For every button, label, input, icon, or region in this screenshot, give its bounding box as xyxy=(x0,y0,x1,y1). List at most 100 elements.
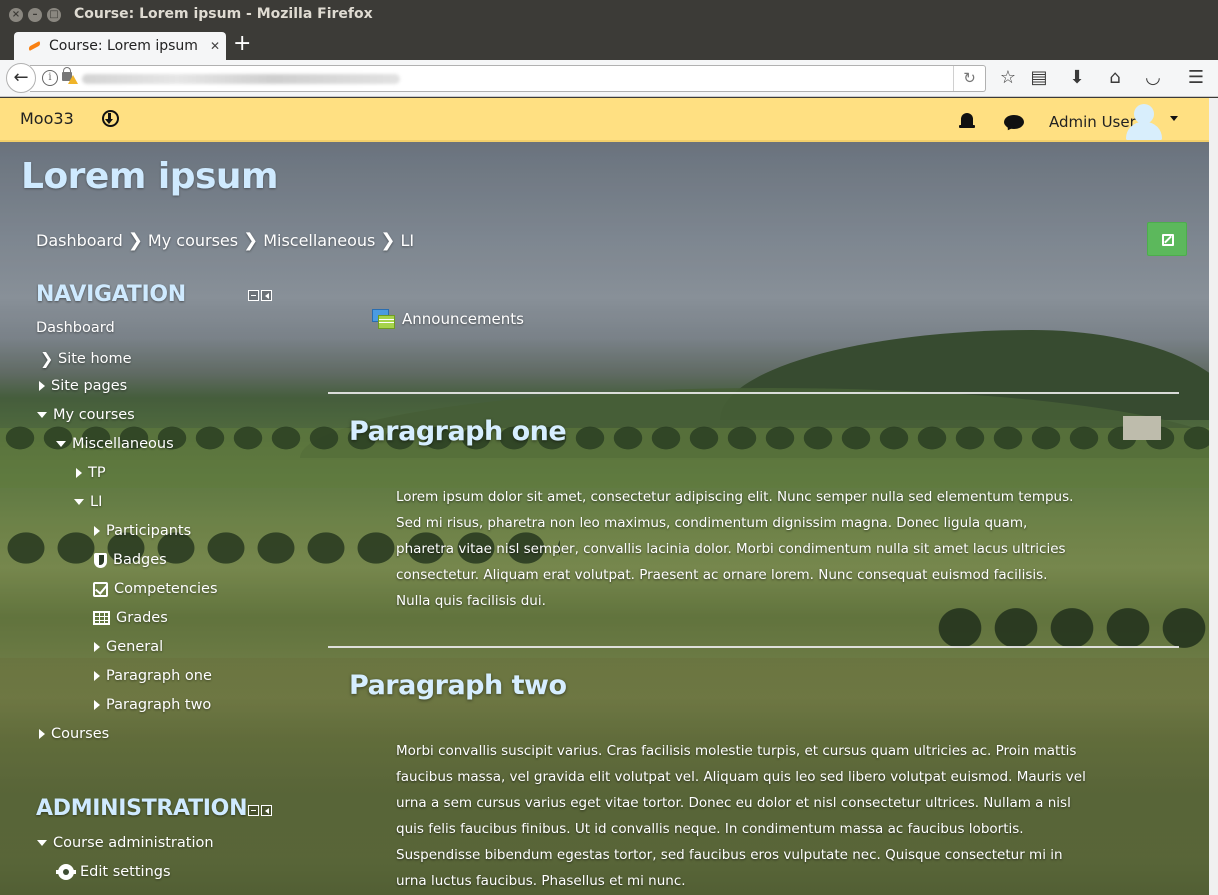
user-avatar[interactable] xyxy=(1124,102,1164,140)
dock-block-icon[interactable] xyxy=(261,805,272,816)
nav-participants[interactable]: Participants xyxy=(94,523,191,539)
page-viewport: Moo33 Admin User Lorem ipsum Dashboard ❯… xyxy=(0,98,1209,895)
checkbox-checked-icon xyxy=(93,581,108,597)
bookmark-star-icon[interactable]: ☆ xyxy=(996,67,1020,89)
breadcrumb: Dashboard ❯ My courses ❯ Miscellaneous ❯… xyxy=(36,230,414,251)
nav-courses-label: Courses xyxy=(51,726,110,742)
expand-arrow-icon xyxy=(94,700,100,710)
breadcrumb-miscellaneous[interactable]: Miscellaneous xyxy=(263,231,375,250)
menu-icon[interactable]: ☰ xyxy=(1184,67,1208,89)
reload-icon[interactable]: ↻ xyxy=(953,66,985,91)
breadcrumb-separator-icon: ❯ xyxy=(127,230,143,251)
moodle-favicon-icon xyxy=(26,40,42,52)
nav-tp-label: TP xyxy=(88,465,106,481)
expand-arrow-icon xyxy=(76,468,82,478)
nav-badges-label: Badges xyxy=(113,552,167,568)
breadcrumb-dashboard[interactable]: Dashboard xyxy=(36,231,123,250)
notifications-bell-icon[interactable] xyxy=(959,112,975,130)
nav-dashboard[interactable]: Dashboard xyxy=(36,320,115,336)
section-title: Paragraph two xyxy=(349,670,567,701)
chevron-right-icon: ❯ xyxy=(40,349,54,368)
breadcrumb-li[interactable]: LI xyxy=(400,231,414,250)
close-tab-icon[interactable]: ✕ xyxy=(204,39,226,53)
nav-competencies[interactable]: Competencies xyxy=(93,581,218,597)
new-tab-button[interactable]: + xyxy=(233,32,251,56)
nav-site-pages[interactable]: Site pages xyxy=(39,378,127,394)
expand-arrow-icon xyxy=(39,729,45,739)
site-name-link[interactable]: Moo33 xyxy=(20,109,74,128)
nav-grades-label: Grades xyxy=(116,610,168,626)
nav-miscellaneous[interactable]: Miscellaneous xyxy=(56,436,174,452)
admin-edit-settings-label: Edit settings xyxy=(80,864,171,880)
nav-badges[interactable]: Badges xyxy=(94,552,167,568)
page-scrollbar[interactable] xyxy=(1209,98,1218,895)
site-info-icon[interactable]: i xyxy=(42,70,58,86)
breadcrumb-separator-icon: ❯ xyxy=(380,230,396,251)
tab-strip: Course: Lorem ipsum ✕ + xyxy=(0,30,1218,60)
collapse-block-icon[interactable] xyxy=(248,290,259,301)
breadcrumb-separator-icon: ❯ xyxy=(243,230,259,251)
breadcrumb-my-courses[interactable]: My courses xyxy=(148,231,238,250)
page-title: Lorem ipsum xyxy=(21,156,279,197)
nav-site-home-label: Site home xyxy=(58,350,132,367)
window-maximize-icon[interactable]: □ xyxy=(47,8,61,22)
nav-general-label: General xyxy=(106,639,164,655)
dock-block-icon[interactable] xyxy=(261,290,272,301)
section-summary: Lorem ipsum dolor sit amet, consectetur … xyxy=(396,489,1074,609)
nav-competencies-label: Competencies xyxy=(114,581,218,597)
window-title: Course: Lorem ipsum - Mozilla Firefox xyxy=(74,6,373,22)
user-menu-caret-icon[interactable] xyxy=(1170,116,1178,121)
nav-grades[interactable]: Grades xyxy=(93,610,168,626)
turn-editing-on-button[interactable] xyxy=(1147,222,1187,256)
user-menu-name[interactable]: Admin User xyxy=(1049,113,1136,131)
administration-block-title: ADMINISTRATION xyxy=(36,796,248,821)
collapse-arrow-icon xyxy=(74,499,84,505)
nav-site-home[interactable]: ❯ Site home xyxy=(40,349,132,368)
download-icon[interactable] xyxy=(102,110,119,127)
browser-tab-title: Course: Lorem ipsum xyxy=(49,38,198,54)
nav-tp[interactable]: TP xyxy=(76,465,106,481)
nav-paragraph-two-label: Paragraph two xyxy=(106,697,212,713)
messages-icon[interactable] xyxy=(1004,115,1024,129)
nav-my-courses-label: My courses xyxy=(53,407,135,423)
admin-course-administration[interactable]: Course administration xyxy=(37,835,214,851)
warning-icon xyxy=(68,75,78,84)
section-summary: Morbi convallis suscipit varius. Cras fa… xyxy=(396,743,1086,889)
admin-course-administration-label: Course administration xyxy=(53,835,214,851)
url-bar[interactable]: i ↻ xyxy=(30,65,986,92)
pocket-icon[interactable]: ◡ xyxy=(1141,67,1165,89)
nav-paragraph-one-label: Paragraph one xyxy=(106,668,212,684)
window-titlebar: × – □ Course: Lorem ipsum - Mozilla Fire… xyxy=(0,0,1218,30)
window-close-icon[interactable]: × xyxy=(9,8,23,22)
section-title: Paragraph one xyxy=(349,416,567,447)
nav-paragraph-one[interactable]: Paragraph one xyxy=(94,668,212,684)
window-minimize-icon[interactable]: – xyxy=(28,8,42,22)
section-divider xyxy=(328,392,1179,394)
url-text-blurred xyxy=(82,74,400,84)
admin-edit-settings[interactable]: Edit settings xyxy=(56,864,171,880)
nav-site-pages-label: Site pages xyxy=(51,378,128,394)
expand-arrow-icon xyxy=(39,381,45,391)
browser-tab[interactable]: Course: Lorem ipsum ✕ xyxy=(14,32,226,60)
home-icon[interactable]: ⌂ xyxy=(1103,67,1127,89)
nav-paragraph-two[interactable]: Paragraph two xyxy=(94,697,211,713)
nav-general[interactable]: General xyxy=(94,639,163,655)
moodle-navbar: Moo33 Admin User xyxy=(0,98,1209,142)
table-grid-icon xyxy=(93,611,110,625)
nav-courses[interactable]: Courses xyxy=(39,726,109,742)
collapse-block-icon[interactable] xyxy=(248,805,259,816)
announcements-forum-link[interactable]: Announcements xyxy=(372,309,524,329)
nav-li[interactable]: LI xyxy=(74,494,102,510)
nav-my-courses[interactable]: My courses xyxy=(37,407,135,423)
gear-icon xyxy=(56,864,76,880)
nav-participants-label: Participants xyxy=(106,523,192,539)
expand-arrow-icon xyxy=(94,526,100,536)
browser-toolbar: i ↻ ← ☆ ▤ ⬇ ⌂ ◡ ☰ xyxy=(0,60,1218,97)
navigation-block-title: NAVIGATION xyxy=(36,282,186,307)
reader-list-icon[interactable]: ▤ xyxy=(1027,67,1051,89)
downloads-icon[interactable]: ⬇ xyxy=(1065,67,1089,89)
collapse-arrow-icon xyxy=(56,441,66,447)
back-button[interactable]: ← xyxy=(6,63,36,93)
badge-shield-icon xyxy=(94,552,107,568)
nav-dashboard-label: Dashboard xyxy=(36,320,115,336)
